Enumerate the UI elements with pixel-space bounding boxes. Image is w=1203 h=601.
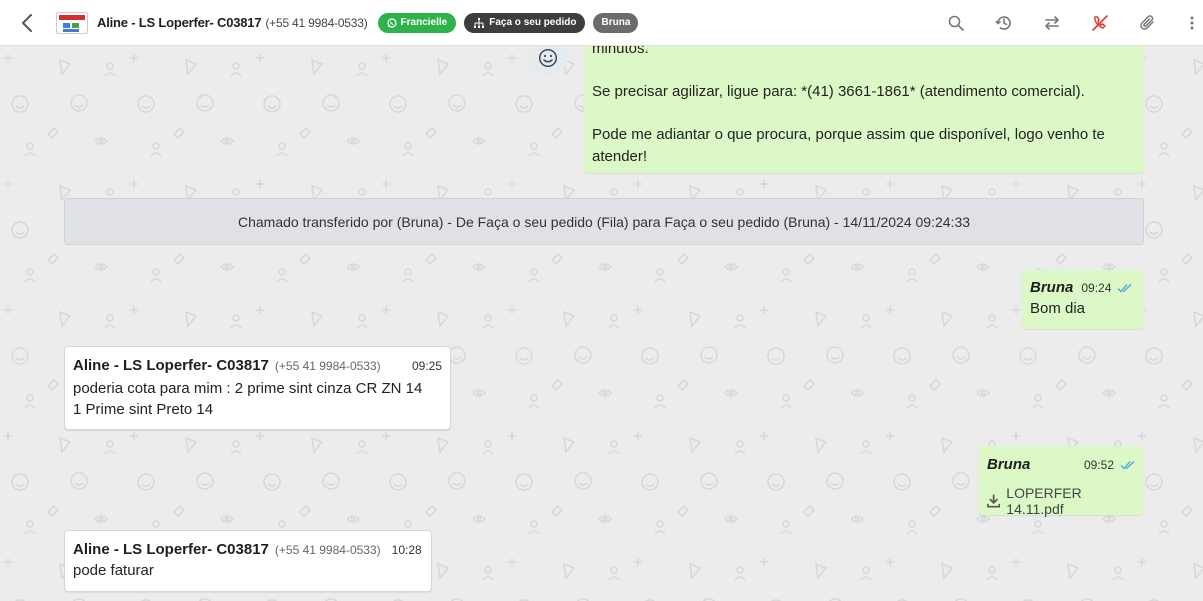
incoming-message[interactable]: Aline - LS Loperfer- C03817 (+55 41 9984… [64, 346, 451, 430]
outgoing-message[interactable]: Bruna 09:24 Bom dia [1022, 270, 1144, 329]
message-time: 09:25 [411, 359, 442, 373]
history-button[interactable] [993, 12, 1015, 34]
message-text: poderia cota para mim : 2 prime sint cin… [73, 378, 442, 420]
message-text: Se precisar agilizar, ligue para: *(41) … [592, 83, 1085, 100]
attachment-filename[interactable]: LOPERFER 14.11.pdf [1006, 485, 1136, 517]
message-time: 09:52 [1083, 457, 1114, 472]
tag-label: Bruna [601, 17, 631, 28]
tag-label: Faça o seu pedido [489, 17, 577, 28]
tag-francielle[interactable]: Francielle [377, 12, 457, 33]
avatar[interactable] [56, 11, 88, 34]
more-vert-icon [1190, 16, 1194, 30]
search-button[interactable] [945, 12, 967, 34]
message-line: 1 Prime sint Preto 14 [73, 401, 214, 418]
more-button[interactable] [1185, 12, 1199, 34]
search-icon [948, 15, 964, 31]
tag-agent[interactable]: Bruna [593, 12, 639, 33]
system-note-text: Chamado transferido por (Bruna) - De Faç… [237, 213, 971, 230]
tag-label: Francielle [400, 17, 448, 28]
chat-area[interactable]: minutos. Se precisar agilizar, ligue par… [0, 46, 1203, 601]
outgoing-attachment-message[interactable]: Bruna 09:52 LOPERFER 14.11.pdf [979, 446, 1144, 517]
contact-phone: (+55 41 9984-0533) [265, 15, 368, 30]
message-time: 09:24 [1081, 280, 1112, 295]
contact-name[interactable]: Aline - LS Loperfer- C03817 [97, 15, 262, 30]
tag-queue[interactable]: Faça o seu pedido [464, 12, 586, 33]
sitemap-icon [474, 17, 485, 28]
message-text: Bom dia [1030, 300, 1086, 317]
sender-name: Bruna [1030, 279, 1074, 296]
attach-button[interactable] [1137, 12, 1159, 34]
back-button[interactable] [17, 13, 37, 33]
message-text: minutos. [592, 46, 649, 57]
smiley-icon [538, 48, 558, 68]
sender-phone: (+55 41 9984-0533) [274, 543, 381, 557]
transfer-icon [1045, 16, 1059, 30]
sender-phone: (+55 41 9984-0533) [274, 359, 381, 373]
chevron-left-icon [22, 13, 32, 32]
download-icon [987, 494, 1001, 508]
double-check-icon [1117, 283, 1132, 292]
history-icon [995, 16, 1011, 30]
message-text: pode faturar [73, 562, 154, 579]
whatsapp-icon [386, 17, 397, 28]
message-line: poderia cota para mim : 2 prime sint cin… [73, 380, 423, 397]
message-text: Pode me adiantar o que procura, porque a… [592, 126, 1105, 165]
attachment-icon [1140, 15, 1154, 30]
header-toolbar [919, 0, 1203, 46]
transfer-system-note: Chamado transferido por (Bruna) - De Faç… [64, 198, 1144, 245]
chat-header: Aline - LS Loperfer- C03817 (+55 41 9984… [0, 0, 1203, 46]
sender-name: Aline - LS Loperfer- C03817 [73, 541, 269, 558]
message-time: 10:28 [391, 543, 422, 557]
close-ticket-button[interactable] [1089, 12, 1111, 34]
transfer-button[interactable] [1041, 12, 1063, 34]
greeting-message[interactable]: minutos. Se precisar agilizar, ligue par… [584, 46, 1144, 173]
close-ticket-icon [1092, 15, 1108, 31]
sender-name: Aline - LS Loperfer- C03817 [73, 357, 269, 374]
attachment-link[interactable]: LOPERFER 14.11.pdf [987, 485, 1136, 517]
sender-name: Bruna [987, 456, 1031, 473]
double-check-icon [1120, 460, 1135, 469]
incoming-message[interactable]: Aline - LS Loperfer- C03817 (+55 41 9984… [64, 530, 432, 592]
